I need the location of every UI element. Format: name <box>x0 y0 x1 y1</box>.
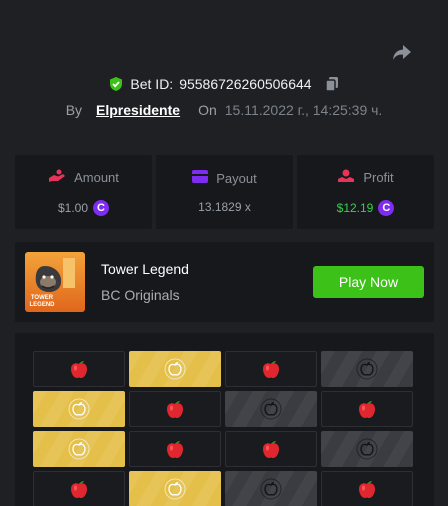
payout-value: 13.1829 x <box>198 200 251 214</box>
tower-board <box>15 333 434 506</box>
bet-id-value: 95586726260506644 <box>179 76 312 92</box>
tower-tile-apple <box>33 351 125 387</box>
tower-tile-apple <box>129 391 221 427</box>
tower-tile-gold <box>33 431 125 467</box>
bet-id-label: Bet ID: <box>130 76 174 92</box>
tower-tile-dark <box>321 431 413 467</box>
apple-outline-icon <box>260 398 282 420</box>
on-label: On <box>198 102 217 118</box>
bet-date: 15.11.2022 г., 14:25:39 ч. <box>224 102 383 118</box>
apple-icon <box>356 398 378 420</box>
apple-outline-icon <box>260 478 282 500</box>
apple-icon <box>68 358 90 380</box>
tower-tile-gold <box>129 351 221 387</box>
payout-icon <box>192 170 209 186</box>
tower-tile-apple <box>225 351 317 387</box>
stats-row: Amount $1.00 C Payout 13.1829 x Profit $… <box>15 155 434 229</box>
profit-label: Profit <box>363 169 394 185</box>
game-title: Tower Legend <box>101 261 189 277</box>
game-card: TOWER LEGEND Tower Legend BC Originals P… <box>15 242 434 322</box>
amount-icon <box>48 169 66 186</box>
apple-outline-icon <box>68 438 90 460</box>
apple-outline-icon <box>356 358 378 380</box>
verified-shield-icon <box>108 76 124 92</box>
game-provider: BC Originals <box>101 287 180 303</box>
play-now-button[interactable]: Play Now <box>313 266 424 298</box>
bc-coin-icon: C <box>93 199 110 216</box>
apple-icon <box>260 438 282 460</box>
amount-value: $1.00 <box>57 200 89 215</box>
amount-stat: Amount $1.00 C <box>15 155 152 229</box>
bet-id-row: Bet ID: 95586726260506644 <box>0 74 448 94</box>
game-thumbnail[interactable]: TOWER LEGEND <box>25 252 85 312</box>
user-link[interactable]: Elpresidente <box>96 102 180 118</box>
tower-tile-apple <box>321 471 413 506</box>
tower-tile-gold <box>33 391 125 427</box>
profit-value: $12.19 <box>336 200 374 215</box>
game-thumbnail-label: TOWER LEGEND <box>29 295 55 308</box>
bet-meta-row: By Elpresidente On 15.11.2022 г., 14:25:… <box>0 100 448 120</box>
by-label: By <box>65 102 83 118</box>
tower-tile-apple <box>225 431 317 467</box>
apple-icon <box>356 478 378 500</box>
tower-tile-gold <box>129 471 221 506</box>
payout-stat: Payout 13.1829 x <box>156 155 293 229</box>
tower-tile-dark <box>225 471 317 506</box>
payout-label: Payout <box>216 170 257 186</box>
apple-icon <box>164 398 186 420</box>
tower-tile-apple <box>129 431 221 467</box>
amount-label: Amount <box>74 169 119 185</box>
tower-tile-dark <box>321 351 413 387</box>
tower-tile-apple <box>33 471 125 506</box>
tower-tile-apple <box>321 391 413 427</box>
profit-stat: Profit $12.19 C <box>297 155 434 229</box>
copy-icon[interactable] <box>324 76 340 92</box>
apple-outline-icon <box>164 478 186 500</box>
apple-outline-icon <box>356 438 378 460</box>
apple-outline-icon <box>164 358 186 380</box>
tower-tile-dark <box>225 391 317 427</box>
profit-icon <box>337 169 355 186</box>
tower-grid <box>33 351 413 506</box>
apple-icon <box>164 438 186 460</box>
bc-coin-icon: C <box>378 199 395 216</box>
apple-icon <box>68 478 90 500</box>
apple-icon <box>260 358 282 380</box>
share-icon[interactable] <box>390 42 414 64</box>
apple-outline-icon <box>68 398 90 420</box>
